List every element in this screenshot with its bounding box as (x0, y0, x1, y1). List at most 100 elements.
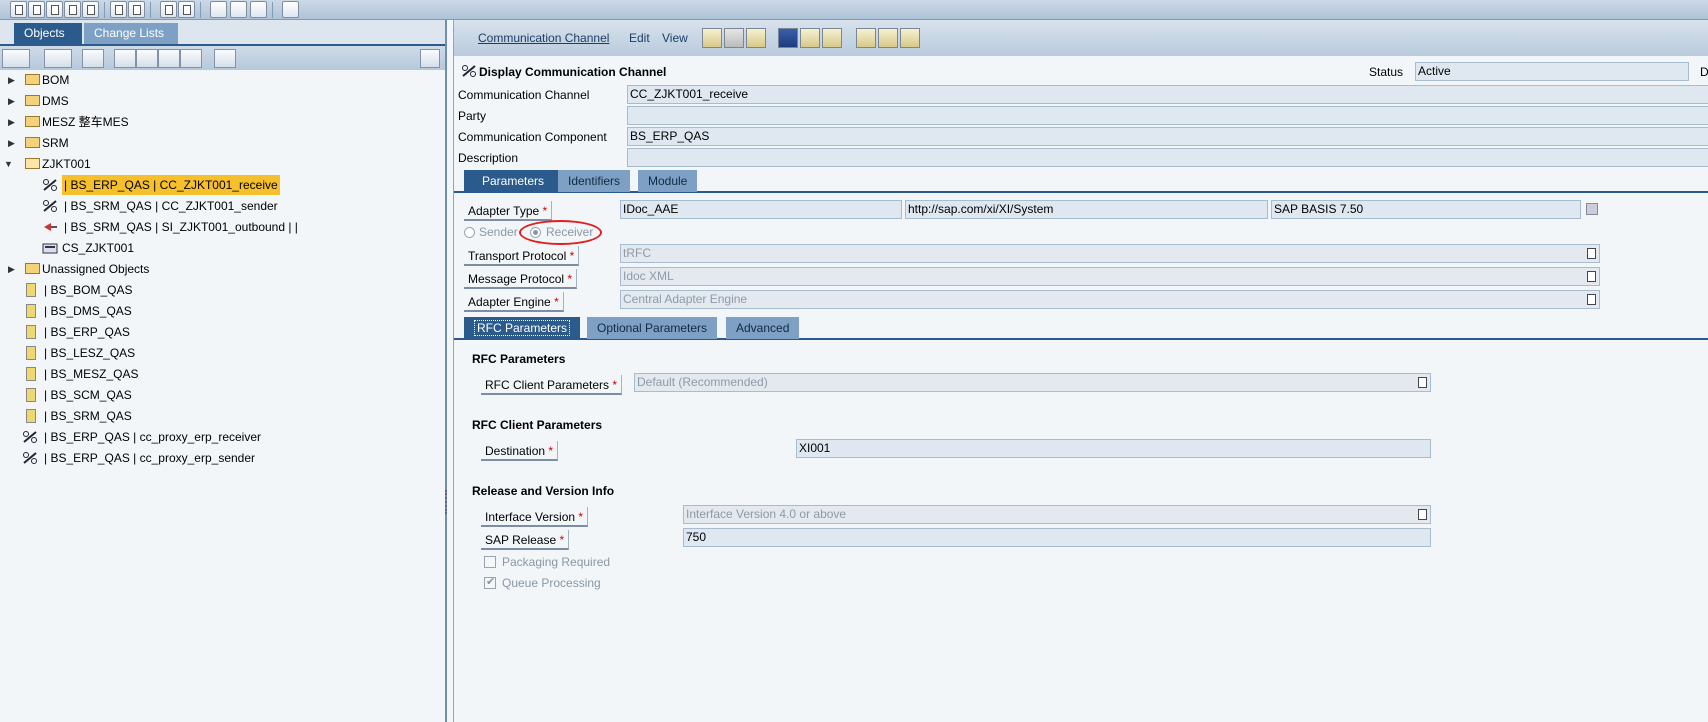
tab-parameters[interactable]: Parameters (464, 170, 563, 192)
tree-item-selected[interactable]: | BS_ERP_QAS | CC_ZJKT001_receive (40, 175, 440, 195)
receiver-radio[interactable] (530, 227, 541, 238)
history-icon[interactable] (856, 28, 876, 48)
rfc-client-params-label: RFC Client Parameters * (481, 375, 623, 395)
tree-folder-bom[interactable]: ▶ BOM (8, 70, 428, 90)
expand-arrow-icon[interactable]: ▶ (8, 259, 20, 279)
tree-folder-zjkt001[interactable]: ▼ ZJKT001 (4, 154, 424, 174)
menu-edit[interactable]: Edit (629, 31, 650, 45)
adapter-type-field[interactable]: IDoc_AAE (620, 200, 902, 219)
rfc-client-params-select[interactable]: Default (Recommended) (634, 373, 1431, 392)
party-field[interactable] (627, 106, 1708, 125)
destination-field[interactable]: XI001 (796, 439, 1431, 458)
copy-icon[interactable] (46, 1, 63, 18)
menu-communication-channel[interactable]: Communication Channel (478, 31, 609, 45)
expand-arrow-icon[interactable]: ▶ (8, 91, 20, 111)
expand-arrow-icon[interactable]: ▶ (8, 133, 20, 153)
section-rfc-parameters: RFC Parameters (472, 352, 566, 366)
value-help-icon[interactable] (1586, 203, 1598, 215)
component-field[interactable]: BS_ERP_QAS (627, 127, 1708, 146)
tab-advanced[interactable]: Advanced (726, 317, 800, 339)
tree-item[interactable]: | BS_MESZ_QAS (24, 364, 424, 384)
menu-view[interactable]: View (662, 31, 688, 45)
tree-item[interactable]: | BS_ERP_QAS | cc_proxy_erp_receiver (22, 427, 422, 447)
navigate-icon[interactable] (160, 1, 177, 18)
tree-folder-mesz[interactable]: ▶ MESZ 整车MES (8, 112, 428, 132)
tab-rfc-parameters[interactable]: RFC Parameters (464, 317, 581, 339)
expand-arrow-icon[interactable]: ▶ (8, 112, 20, 132)
maximize-icon[interactable] (420, 49, 440, 68)
tree-item[interactable]: | BS_ERP_QAS | cc_proxy_erp_sender (22, 448, 422, 468)
print-icon[interactable] (900, 28, 920, 48)
folder-dropdown-icon[interactable] (44, 49, 72, 68)
binoculars-icon[interactable] (82, 49, 104, 68)
section-release-version: Release and Version Info (472, 484, 615, 498)
sap-release-field[interactable]: 750 (683, 528, 1431, 547)
tree-folder-unassigned[interactable]: ▶ Unassigned Objects (8, 259, 428, 279)
tree-item[interactable]: | BS_LESZ_QAS (24, 343, 424, 363)
copy-object-icon[interactable] (110, 1, 127, 18)
edit-pencil-icon[interactable] (702, 28, 722, 48)
filter-icon[interactable] (214, 49, 236, 68)
collapse-up-icon[interactable] (180, 49, 202, 68)
folder-icon (25, 74, 40, 85)
tab-advanced-label: Advanced (736, 321, 790, 335)
tab-objects[interactable]: Objects (14, 23, 82, 44)
dropdown-icon[interactable] (1587, 248, 1596, 259)
adapter-engine-select[interactable]: Central Adapter Engine (620, 290, 1600, 309)
dropdown-icon[interactable] (1587, 294, 1596, 305)
tree-folder-dms[interactable]: ▶ DMS (8, 91, 428, 111)
tree-folder-srm[interactable]: ▶ SRM (8, 133, 428, 153)
table-icon[interactable] (878, 28, 898, 48)
tab-optional-parameters[interactable]: Optional Parameters (587, 317, 718, 339)
where-used-icon[interactable] (800, 28, 820, 48)
open-icon[interactable] (28, 1, 45, 18)
dropdown-icon[interactable] (1587, 271, 1596, 282)
copy-icon[interactable] (746, 28, 766, 48)
packaging-required-checkbox[interactable] (484, 556, 496, 568)
tree-item[interactable]: | BS_SCM_QAS (24, 385, 424, 405)
refresh-icon[interactable] (178, 1, 195, 18)
save-icon[interactable] (724, 28, 744, 48)
queue-processing-label: Queue Processing (502, 576, 601, 590)
export-icon[interactable] (282, 1, 299, 18)
expand-icon[interactable] (136, 49, 158, 68)
adapter-swcv-field[interactable]: SAP BASIS 7.50 (1271, 200, 1581, 219)
interface-version-select[interactable]: Interface Version 4.0 or above (683, 505, 1431, 524)
hierarchy-icon[interactable] (114, 49, 136, 68)
queue-processing-checkbox[interactable]: ✔ (484, 576, 496, 589)
dropdown-icon[interactable] (1418, 509, 1427, 520)
delete-icon[interactable] (82, 1, 99, 18)
new-icon[interactable] (10, 1, 27, 18)
sender-radio[interactable] (464, 227, 475, 238)
forward-arrow-icon[interactable] (230, 1, 247, 18)
back-arrow-icon[interactable] (210, 1, 227, 18)
message-protocol-select[interactable]: Idoc XML (620, 267, 1600, 286)
tab-change-lists[interactable]: Change Lists (84, 23, 178, 44)
save-icon[interactable] (64, 1, 81, 18)
info-icon[interactable] (778, 28, 798, 48)
section-rfc-client-parameters: RFC Client Parameters (472, 418, 603, 432)
description-field[interactable] (627, 148, 1708, 167)
tab-identifiers[interactable]: Identifiers (558, 170, 631, 192)
collapse-down-icon[interactable] (158, 49, 180, 68)
transport-protocol-select[interactable]: tRFC (620, 244, 1600, 263)
refresh-dropdown-icon[interactable] (2, 49, 30, 68)
channel-field[interactable]: CC_ZJKT001_receive (627, 85, 1708, 104)
window-icon[interactable] (250, 1, 267, 18)
adapter-namespace-field[interactable]: http://sap.com/xi/XI/System (905, 200, 1268, 219)
expand-arrow-icon[interactable]: ▶ (8, 70, 20, 90)
tree-item[interactable]: | BS_DMS_QAS (24, 301, 424, 321)
tree-item[interactable]: | BS_SRM_QAS | CC_ZJKT001_sender (40, 196, 440, 216)
tree-item[interactable]: CS_ZJKT001 (40, 238, 440, 258)
tree-item[interactable]: | BS_BOM_QAS (24, 280, 424, 300)
tree-item[interactable]: | BS_ERP_QAS (24, 322, 424, 342)
splitter-handle[interactable] (445, 490, 451, 514)
check-icon[interactable] (128, 1, 145, 18)
ping-icon[interactable] (822, 28, 842, 48)
collapse-arrow-icon[interactable]: ▼ (4, 154, 16, 174)
tab-module[interactable]: Module (638, 170, 698, 192)
tree-item[interactable]: | BS_SRM_QAS | SI_ZJKT001_outbound | | (40, 217, 440, 237)
tab-identifiers-label: Identifiers (568, 174, 621, 188)
tree-item[interactable]: | BS_SRM_QAS (24, 406, 424, 426)
dropdown-icon[interactable] (1418, 377, 1427, 388)
